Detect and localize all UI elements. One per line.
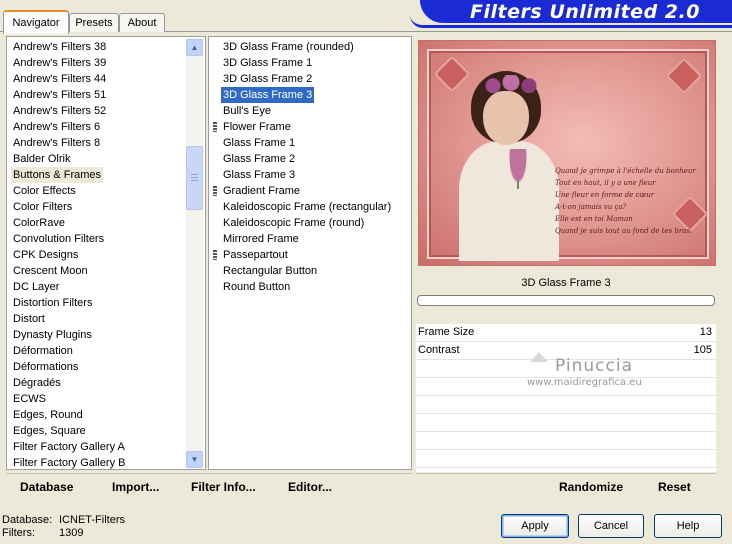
param-row-empty (416, 414, 716, 432)
param-label: Contrast (418, 344, 460, 356)
filter-item[interactable]: Passepartout (223, 247, 288, 263)
category-item[interactable]: Dynasty Plugins (13, 327, 92, 343)
category-list[interactable]: Andrew's Filters 38 Andrew's Filters 39 An… (6, 36, 206, 470)
drag-handle-icon[interactable] (213, 186, 217, 196)
category-item[interactable]: Déformations (13, 359, 78, 375)
watermark-url: www.maidiregrafica.eu (527, 377, 642, 388)
category-item[interactable]: Andrew's Filters 51 (13, 87, 106, 103)
status-database-value: ICNET-Filters (59, 514, 125, 526)
filter-item[interactable]: 3D Glass Frame 1 (223, 55, 312, 71)
category-item[interactable]: Distort (13, 311, 45, 327)
database-button[interactable]: Database (20, 480, 73, 494)
param-row-empty (416, 396, 716, 414)
girl-face (483, 91, 529, 145)
filter-info-button[interactable]: Filter Info... (191, 480, 256, 494)
tab-presets[interactable]: Presets (69, 13, 119, 32)
category-item[interactable]: Andrew's Filters 38 (13, 39, 106, 55)
preset-actions-bar: Randomize Reset (416, 473, 716, 500)
filter-item[interactable]: Round Button (223, 279, 290, 295)
status-filters-label: Filters: (2, 527, 35, 539)
category-item[interactable]: ColorRave (13, 215, 65, 231)
reset-button[interactable]: Reset (658, 480, 691, 494)
cancel-button[interactable]: Cancel (578, 514, 644, 538)
param-row-frame-size[interactable]: Frame Size 13 (416, 324, 716, 342)
category-item[interactable]: Dégradés (13, 375, 61, 391)
help-button[interactable]: Help (654, 514, 722, 538)
category-item[interactable]: ECWS (13, 391, 46, 407)
tulip (507, 149, 529, 189)
scroll-down-button[interactable]: ▼ (186, 451, 203, 468)
randomize-button[interactable]: Randomize (559, 480, 623, 494)
category-item[interactable]: Balder Olrik (13, 151, 70, 167)
category-item[interactable]: Déformation (13, 343, 73, 359)
filter-item[interactable]: Mirrored Frame (223, 231, 299, 247)
watermark-name: Pinuccia (555, 356, 633, 376)
param-row-empty (416, 450, 716, 468)
progress-bar (417, 295, 715, 306)
category-item[interactable]: Buttons & Frames (11, 167, 104, 183)
parameters-panel: Frame Size 13 Contrast 105 (416, 324, 716, 472)
watermark-arrow (530, 352, 548, 362)
filter-item[interactable]: Glass Frame 3 (223, 167, 295, 183)
param-label: Frame Size (418, 326, 475, 338)
current-filter-name: 3D Glass Frame 3 (521, 277, 611, 289)
filter-list[interactable]: 3D Glass Frame (rounded) 3D Glass Frame 1… (208, 36, 412, 470)
category-item[interactable]: DC Layer (13, 279, 59, 295)
tab-navigator[interactable]: Navigator (3, 10, 69, 34)
category-item[interactable]: Edges, Round (13, 407, 83, 423)
param-value[interactable]: 13 (700, 326, 712, 338)
category-item[interactable]: Andrew's Filters 44 (13, 71, 106, 87)
apply-button[interactable]: Apply (501, 514, 569, 538)
category-item[interactable]: Andrew's Filters 8 (13, 135, 100, 151)
category-item[interactable]: Andrew's Filters 52 (13, 103, 106, 119)
filter-item[interactable]: Glass Frame 2 (223, 151, 295, 167)
param-value[interactable]: 105 (694, 344, 712, 356)
import-button[interactable]: Import... (112, 480, 159, 494)
filter-item[interactable]: Bull's Eye (223, 103, 271, 119)
status-filters-value: 1309 (59, 527, 84, 539)
filter-item[interactable]: Kaleidoscopic Frame (round) (223, 215, 364, 231)
category-item[interactable]: Color Effects (13, 183, 76, 199)
filter-item[interactable]: Rectangular Button (223, 263, 317, 279)
category-item[interactable]: Andrew's Filters 39 (13, 55, 106, 71)
param-row-empty (416, 432, 716, 450)
category-item[interactable]: Edges, Square (13, 423, 86, 439)
category-item[interactable]: Filter Factory Gallery A (13, 439, 125, 455)
status-database-label: Database: (2, 514, 53, 526)
filter-item[interactable]: Kaleidoscopic Frame (rectangular) (223, 199, 391, 215)
preview-image: Quand je grimpe à l'échelle du bonheur T… (418, 40, 716, 266)
flower-crown (481, 75, 541, 93)
list-actions-bar: Database Import... Filter Info... Editor… (6, 473, 412, 500)
scroll-up-button[interactable]: ▲ (186, 39, 203, 56)
poem-text: Quand je grimpe à l'échelle du bonheur T… (555, 167, 696, 235)
filter-item[interactable]: 3D Glass Frame 2 (223, 71, 312, 87)
category-item[interactable]: Andrew's Filters 6 (13, 119, 100, 135)
category-item[interactable]: Crescent Moon (13, 263, 88, 279)
category-item[interactable]: Convolution Filters (13, 231, 104, 247)
drag-handle-icon[interactable] (213, 122, 217, 132)
filter-item[interactable]: Gradient Frame (223, 183, 300, 199)
filter-item[interactable]: Flower Frame (223, 119, 291, 135)
drag-handle-icon[interactable] (213, 250, 217, 260)
category-item[interactable]: CPK Designs (13, 247, 78, 263)
filter-item[interactable]: 3D Glass Frame (rounded) (223, 39, 354, 55)
category-item[interactable]: Color Filters (13, 199, 72, 215)
category-item[interactable]: Distortion Filters (13, 295, 92, 311)
filter-item[interactable]: Glass Frame 1 (223, 135, 295, 151)
category-item[interactable]: Filter Factory Gallery B (13, 455, 125, 471)
scroll-thumb[interactable] (186, 146, 203, 210)
filter-item[interactable]: 3D Glass Frame 3 (221, 87, 315, 103)
editor-button[interactable]: Editor... (288, 480, 332, 494)
category-scrollbar[interactable]: ▲ ▼ (186, 38, 203, 468)
app-title: Filters Unlimited 2.0 (470, 1, 700, 23)
tab-about[interactable]: About (119, 13, 165, 32)
